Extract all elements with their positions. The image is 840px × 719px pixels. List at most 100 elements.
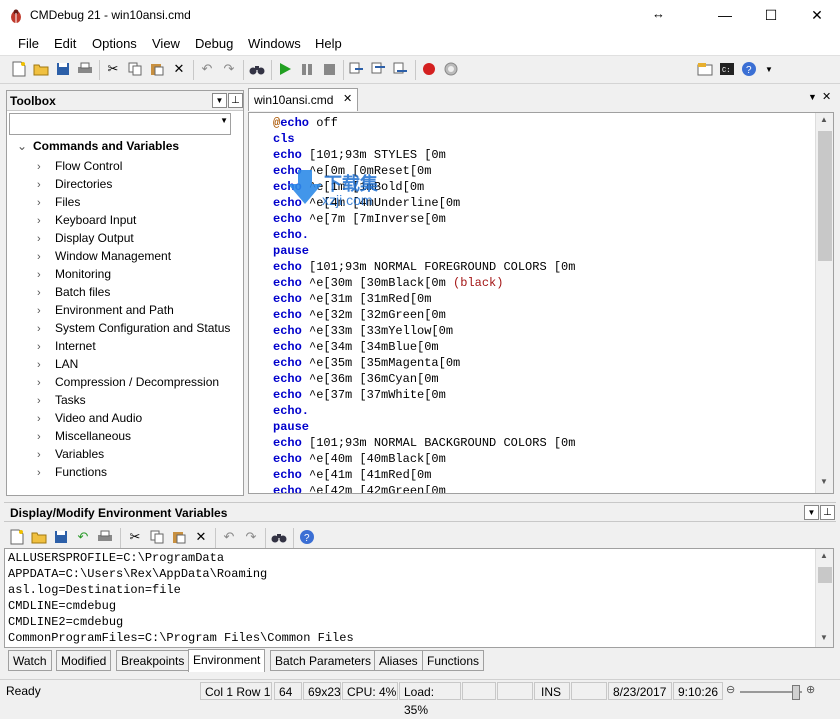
delete-icon[interactable]: ✕ — [170, 60, 188, 78]
cut-icon[interactable]: ✂ — [126, 528, 144, 546]
new-variable-icon[interactable] — [8, 528, 26, 546]
tab-watch[interactable]: Watch — [8, 650, 52, 671]
cut-icon[interactable]: ✂ — [104, 60, 122, 78]
open-folder-icon[interactable] — [32, 60, 50, 78]
stop-icon[interactable] — [320, 60, 338, 78]
tree-item[interactable]: › Flow Control — [37, 157, 122, 175]
editor-vertical-scrollbar[interactable]: ▲ ▼ — [815, 113, 833, 493]
save-icon[interactable] — [54, 60, 72, 78]
tree-item[interactable]: › Window Management — [37, 247, 171, 265]
close-tab-icon[interactable]: ✕ — [343, 92, 352, 105]
toolbox-dropdown-icon[interactable]: ▼ — [212, 93, 227, 108]
tree-item[interactable]: › Tasks — [37, 391, 86, 409]
env-variable-row[interactable]: asl.log=Destination=file — [8, 582, 181, 598]
scroll-up-icon[interactable]: ▲ — [820, 115, 828, 124]
env-dropdown-icon[interactable]: ▼ — [804, 505, 819, 520]
tree-item[interactable]: › Miscellaneous — [37, 427, 131, 445]
maximize-button[interactable]: ☐ — [748, 0, 794, 31]
pause-icon[interactable] — [298, 60, 316, 78]
menu-help[interactable]: Help — [315, 36, 342, 51]
save-icon[interactable] — [52, 528, 70, 546]
tree-item[interactable]: › Files — [37, 193, 80, 211]
step-into-icon[interactable] — [348, 60, 366, 78]
scroll-thumb[interactable] — [818, 567, 832, 583]
print-icon[interactable] — [76, 60, 94, 78]
tab-functions[interactable]: Functions — [422, 650, 485, 671]
open-folder-icon[interactable] — [30, 528, 48, 546]
minimize-button[interactable]: — — [702, 0, 748, 31]
env-variable-row[interactable]: APPDATA=C:\Users\Rex\AppData\Roaming — [8, 566, 267, 582]
find-binoculars-icon[interactable] — [270, 528, 288, 546]
tree-item[interactable]: › Directories — [37, 175, 112, 193]
step-over-icon[interactable] — [370, 60, 388, 78]
copy-icon[interactable] — [148, 528, 166, 546]
clear-breakpoint-icon[interactable] — [442, 60, 460, 78]
options-icon[interactable] — [696, 60, 714, 78]
env-variable-row[interactable]: CommonProgramFiles=C:\Program Files\Comm… — [8, 630, 354, 646]
undo-icon[interactable]: ↶ — [220, 528, 238, 546]
step-out-icon[interactable] — [392, 60, 410, 78]
paste-icon[interactable] — [148, 60, 166, 78]
tree-item[interactable]: › Internet — [37, 337, 96, 355]
zoom-thumb[interactable] — [792, 685, 800, 700]
tab-batch-parameters[interactable]: Batch Parameters — [270, 650, 377, 671]
pin-icon[interactable]: ⊥ — [228, 93, 243, 108]
close-button[interactable]: ✕ — [794, 0, 840, 31]
run-icon[interactable] — [276, 60, 294, 78]
menu-windows[interactable]: Windows — [248, 36, 301, 51]
scroll-down-icon[interactable]: ▼ — [820, 633, 828, 642]
scroll-down-icon[interactable]: ▼ — [820, 477, 828, 486]
menu-view[interactable]: View — [152, 36, 180, 51]
refresh-icon[interactable]: ↶ — [74, 528, 92, 546]
tree-root[interactable]: ⌄ Commands and Variables — [17, 139, 179, 153]
tree-item[interactable]: › Video and Audio — [37, 409, 142, 427]
tree-item[interactable]: › LAN — [37, 355, 78, 373]
tab-environment[interactable]: Environment — [188, 649, 266, 672]
tree-item[interactable]: › Compression / Decompression — [37, 373, 219, 391]
undo-icon[interactable]: ↶ — [198, 60, 216, 78]
env-variable-row[interactable]: CMDLINE2=cmdebug — [8, 614, 123, 630]
tree-item[interactable]: › System Configuration and Status — [37, 319, 230, 337]
env-variable-list[interactable]: ALLUSERSPROFILE=C:\ProgramData APPDATA=C:… — [4, 548, 834, 648]
toolbar-overflow-icon[interactable]: ▼ — [760, 60, 778, 78]
help-icon[interactable]: ? — [298, 528, 316, 546]
command-prompt-icon[interactable]: C: — [718, 60, 736, 78]
toolbox-filter-combo[interactable]: ▼ — [9, 113, 231, 135]
redo-icon[interactable]: ↷ — [242, 528, 260, 546]
tree-item[interactable]: › Functions — [37, 463, 107, 481]
tree-item[interactable]: › Environment and Path — [37, 301, 174, 319]
env-variable-row[interactable]: CMDLINE=cmdebug — [8, 598, 116, 614]
scroll-thumb[interactable] — [818, 131, 832, 261]
scroll-up-icon[interactable]: ▲ — [820, 551, 828, 560]
tab-aliases[interactable]: Aliases — [374, 650, 423, 671]
tab-win10ansi[interactable]: win10ansi.cmd ✕ — [248, 88, 358, 111]
env-vertical-scrollbar[interactable]: ▲ ▼ — [815, 549, 833, 647]
menu-debug[interactable]: Debug — [195, 36, 233, 51]
delete-icon[interactable]: ✕ — [192, 528, 210, 546]
close-editor-icon[interactable]: ✕ — [822, 90, 831, 103]
tab-list-icon[interactable]: ▼ — [808, 92, 817, 102]
find-binoculars-icon[interactable] — [248, 60, 266, 78]
help-icon[interactable]: ? — [740, 60, 758, 78]
copy-icon[interactable] — [126, 60, 144, 78]
zoom-slider[interactable]: ⊖ ⊕ — [726, 684, 822, 700]
new-file-icon[interactable] — [10, 60, 28, 78]
tree-item[interactable]: › Keyboard Input — [37, 211, 136, 229]
print-icon[interactable] — [96, 528, 114, 546]
tab-breakpoints[interactable]: Breakpoints — [116, 650, 190, 671]
tree-item[interactable]: › Batch files — [37, 283, 110, 301]
menu-edit[interactable]: Edit — [54, 36, 76, 51]
tree-item[interactable]: › Display Output — [37, 229, 134, 247]
tree-item[interactable]: › Variables — [37, 445, 104, 463]
env-variable-row[interactable]: ALLUSERSPROFILE=C:\ProgramData — [8, 550, 224, 566]
zoom-in-icon[interactable]: ⊕ — [806, 683, 815, 696]
redo-icon[interactable]: ↷ — [220, 60, 238, 78]
paste-icon[interactable] — [170, 528, 188, 546]
zoom-out-icon[interactable]: ⊖ — [726, 683, 735, 696]
tree-item[interactable]: › Monitoring — [37, 265, 111, 283]
tab-modified[interactable]: Modified — [56, 650, 112, 671]
menu-options[interactable]: Options — [92, 36, 137, 51]
menu-file[interactable]: File — [18, 36, 39, 51]
record-icon[interactable] — [420, 60, 438, 78]
env-pin-icon[interactable]: ⊥ — [820, 505, 835, 520]
